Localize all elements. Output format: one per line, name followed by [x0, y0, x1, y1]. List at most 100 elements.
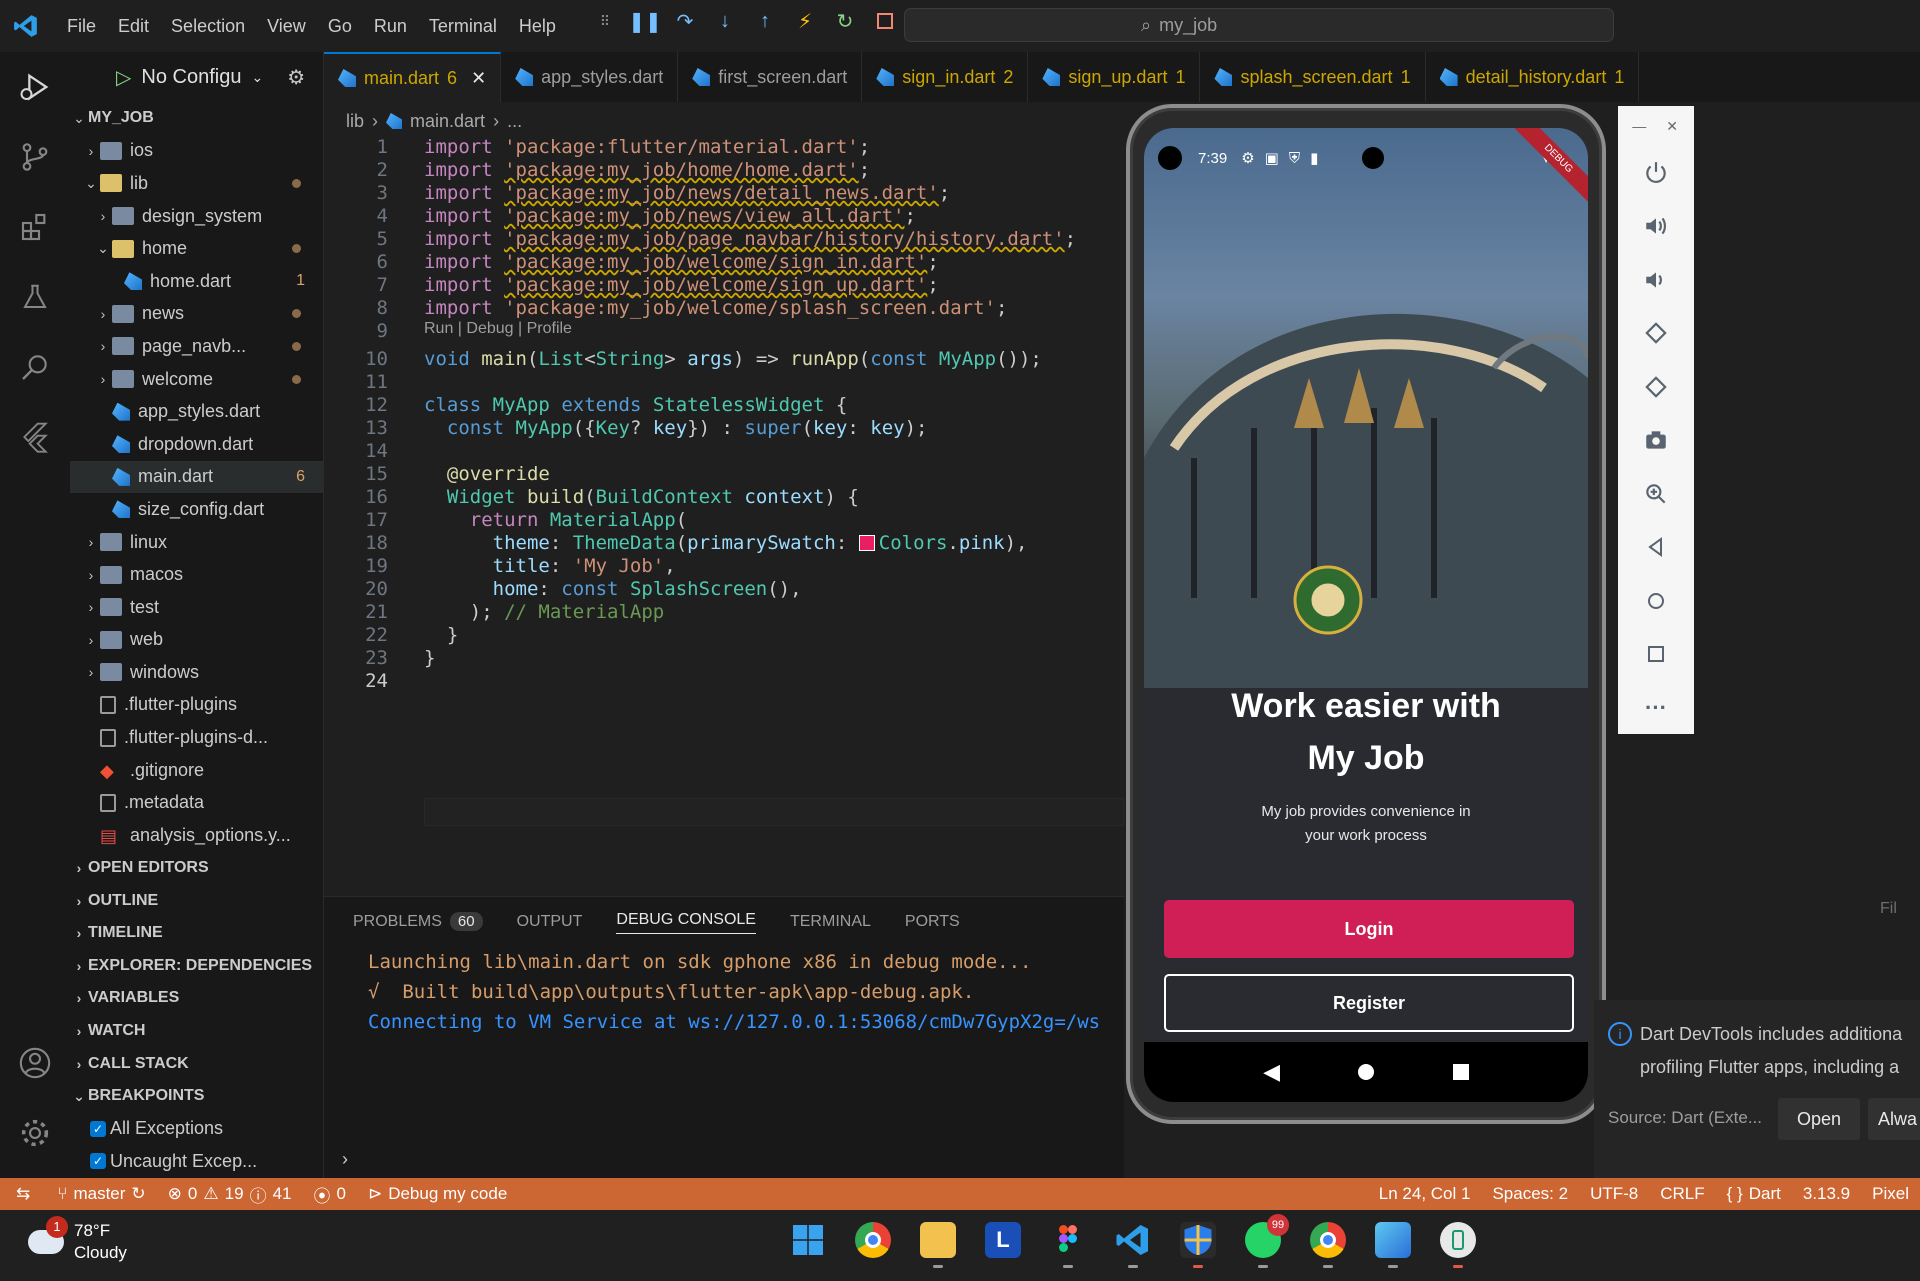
overview-icon[interactable]: [1618, 628, 1694, 682]
run-debug-icon[interactable]: [0, 52, 70, 122]
phone-screen[interactable]: 7:39 ⚙ ▣ ⛨ ▮ ▾ ▮ DEBUG Work easier with …: [1144, 128, 1588, 1102]
console-input-chevron-icon[interactable]: ›: [342, 1149, 348, 1170]
remote-icon[interactable]: ⇆: [0, 1184, 46, 1204]
code-lens[interactable]: Run | Debug | Profile: [424, 320, 572, 338]
section-call-stack[interactable]: › CALL STACK: [70, 1047, 323, 1080]
tree-item[interactable]: › windows: [70, 656, 323, 689]
close-icon[interactable]: ✕: [471, 68, 486, 89]
flutter-icon[interactable]: [0, 402, 70, 472]
tree-item[interactable]: .flutter-plugins-d...: [70, 721, 323, 754]
code-editor[interactable]: 1 import 'package:flutter/material.dart';…: [324, 136, 1124, 896]
chrome-profile-icon[interactable]: [1310, 1222, 1346, 1268]
tree-item[interactable]: ⌄ lib: [70, 167, 323, 200]
editor-tab[interactable]: sign_in.dart 2: [862, 52, 1029, 102]
tree-item[interactable]: .metadata: [70, 786, 323, 819]
tree-item[interactable]: › macos: [70, 558, 323, 591]
tree-item[interactable]: main.dart 6: [70, 460, 323, 494]
breadcrumb-file[interactable]: main.dart: [410, 111, 485, 132]
breadcrumb-lib[interactable]: lib: [346, 111, 364, 132]
line-endings[interactable]: CRLF: [1649, 1184, 1715, 1204]
tree-item[interactable]: home.dart 1: [70, 265, 323, 298]
search-icon[interactable]: [0, 332, 70, 402]
rotate-left-icon[interactable]: [1618, 307, 1694, 361]
tree-item[interactable]: app_styles.dart: [70, 395, 323, 428]
figma-icon[interactable]: [1050, 1222, 1086, 1268]
command-center-search[interactable]: ⌕ my_job: [904, 8, 1614, 42]
language-mode[interactable]: { } Dart: [1716, 1184, 1792, 1204]
ports-status[interactable]: ⦿ 0: [302, 1182, 356, 1207]
editor-tab[interactable]: main.dart 6 ✕: [324, 52, 502, 102]
login-button[interactable]: Login: [1164, 900, 1574, 958]
encoding[interactable]: UTF-8: [1579, 1184, 1649, 1204]
menu-terminal[interactable]: Terminal: [418, 16, 508, 37]
section-open-editors[interactable]: › OPEN EDITORS: [70, 852, 323, 885]
tree-item[interactable]: ◆ .gitignore: [70, 754, 323, 787]
minimize-icon[interactable]: —: [1632, 118, 1646, 134]
chrome-icon[interactable]: [855, 1222, 891, 1258]
problems-status[interactable]: ⊗ 0 ⚠ 19 ⓘ 41: [157, 1182, 303, 1207]
section-breakpoints[interactable]: ⌄ BREAKPOINTS: [70, 1080, 323, 1113]
filter-input-hint[interactable]: Fil: [1880, 900, 1920, 940]
device-selector[interactable]: Pixel: [1861, 1184, 1920, 1204]
recents-icon[interactable]: [1452, 1064, 1469, 1080]
cursor-position[interactable]: Ln 24, Col 1: [1368, 1184, 1482, 1204]
tree-item[interactable]: › news: [70, 298, 323, 331]
gear-icon[interactable]: ⚙: [287, 65, 305, 90]
editor-tab[interactable]: splash_screen.dart 1: [1200, 52, 1426, 102]
step-over-icon[interactable]: ↷: [672, 8, 698, 34]
menu-selection[interactable]: Selection: [160, 16, 256, 37]
zoom-icon[interactable]: [1618, 467, 1694, 521]
tree-item[interactable]: › page_navb...: [70, 330, 323, 363]
whatsapp-icon[interactable]: 99: [1245, 1214, 1289, 1268]
step-out-icon[interactable]: ↑: [752, 8, 778, 34]
back-icon[interactable]: [1618, 521, 1694, 575]
tab-debug-console[interactable]: DEBUG CONSOLE: [616, 911, 756, 934]
volume-up-icon[interactable]: [1618, 200, 1694, 254]
pause-icon[interactable]: ❚❚: [628, 8, 662, 34]
editor-tab[interactable]: first_screen.dart: [678, 52, 863, 102]
step-into-icon[interactable]: ↓: [712, 8, 738, 34]
always-button[interactable]: Alwa: [1868, 1098, 1920, 1140]
weather-widget[interactable]: 1 78°F Cloudy: [28, 1216, 127, 1264]
open-button[interactable]: Open: [1778, 1098, 1860, 1140]
start-icon[interactable]: [790, 1222, 826, 1258]
breakpoint-item[interactable]: ✓ All Exceptions: [70, 1112, 323, 1145]
section-outline[interactable]: › OUTLINE: [70, 884, 323, 917]
tree-item[interactable]: ▤ analysis_options.y...: [70, 819, 323, 852]
menu-file[interactable]: File: [56, 16, 107, 37]
drag-handle-icon[interactable]: ⠿: [592, 8, 618, 34]
color-swatch[interactable]: [858, 535, 875, 551]
explorer-root[interactable]: ⌄ MY_JOB: [70, 102, 323, 135]
section-timeline[interactable]: › TIMELINE: [70, 917, 323, 950]
power-icon[interactable]: [1618, 146, 1694, 200]
menu-go[interactable]: Go: [317, 16, 363, 37]
run-config-select[interactable]: No Configu: [141, 66, 241, 89]
account-icon[interactable]: [0, 1028, 70, 1098]
tab-output[interactable]: OUTPUT: [517, 913, 583, 931]
tree-item[interactable]: › welcome: [70, 363, 323, 396]
rotate-right-icon[interactable]: [1618, 360, 1694, 414]
branch-status[interactable]: ⑂ master ↻: [46, 1184, 156, 1204]
tree-item[interactable]: ⌄ home: [70, 232, 323, 265]
section-variables[interactable]: › VARIABLES: [70, 982, 323, 1015]
vscode-icon[interactable]: [1115, 1222, 1151, 1268]
tree-item[interactable]: › linux: [70, 526, 323, 559]
indentation[interactable]: Spaces: 2: [1481, 1184, 1579, 1204]
menu-help[interactable]: Help: [508, 16, 567, 37]
close-icon[interactable]: ✕: [1666, 118, 1678, 135]
app-l-icon[interactable]: L: [985, 1222, 1021, 1258]
tree-item[interactable]: dropdown.dart: [70, 428, 323, 461]
emulator-app-icon[interactable]: [1440, 1222, 1476, 1268]
dart-version[interactable]: 3.13.9: [1792, 1184, 1861, 1204]
editor-tab[interactable]: app_styles.dart: [501, 52, 679, 102]
checkbox-checked-icon[interactable]: ✓: [90, 1120, 106, 1137]
home-icon[interactable]: [1618, 574, 1694, 628]
breadcrumb-symbol[interactable]: ...: [507, 111, 522, 132]
editor-tab[interactable]: detail_history.dart 1: [1426, 52, 1640, 102]
register-button[interactable]: Register: [1164, 974, 1574, 1032]
hot-reload-icon[interactable]: ⚡: [792, 8, 818, 34]
home-icon[interactable]: [1358, 1064, 1375, 1080]
settings-gear-icon[interactable]: [0, 1098, 70, 1168]
tree-item[interactable]: size_config.dart: [70, 493, 323, 526]
camera-icon[interactable]: [1618, 414, 1694, 468]
